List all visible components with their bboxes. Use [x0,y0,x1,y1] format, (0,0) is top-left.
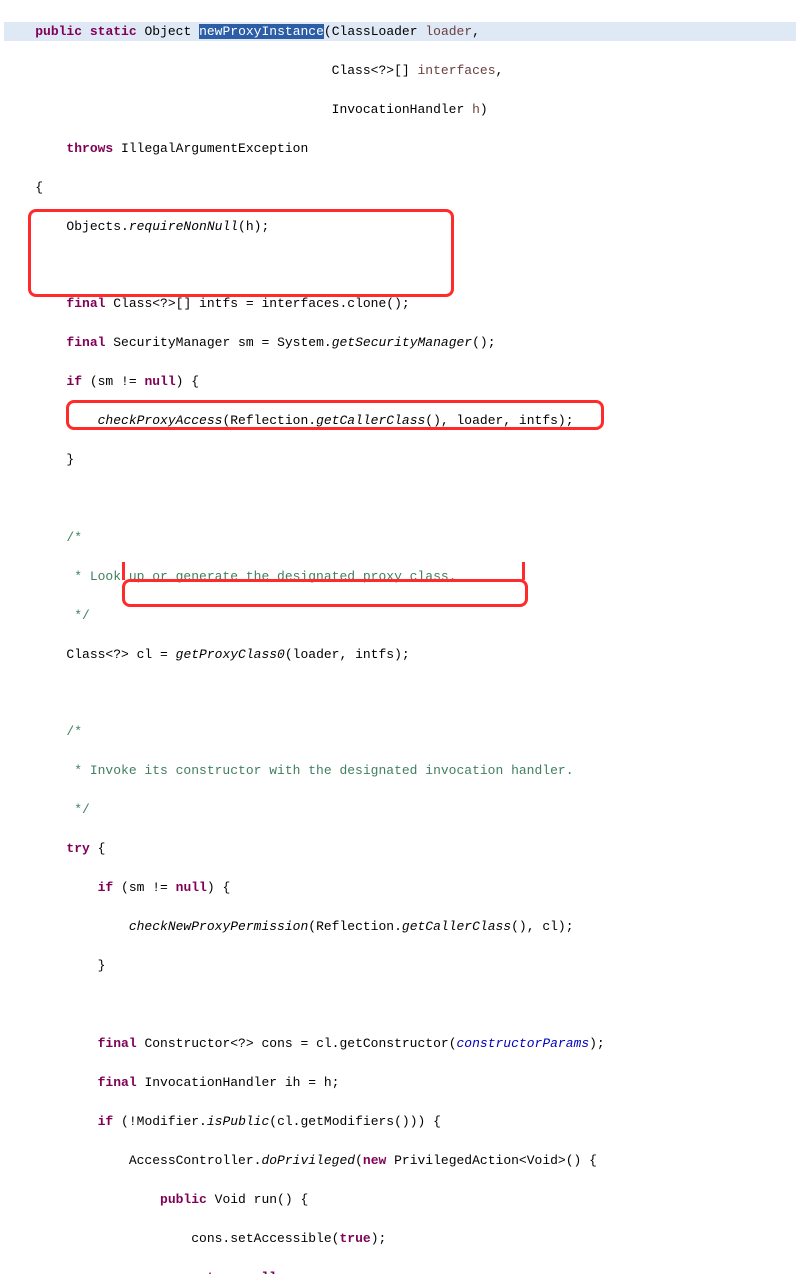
code-line: /* [4,528,796,548]
code-line: throws IllegalArgumentException [4,139,796,159]
code-line: public static Object newProxyInstance(Cl… [4,22,796,42]
code-line: * Invoke its constructor with the design… [4,761,796,781]
selected-text: newProxyInstance [199,24,324,39]
code-line: { [4,178,796,198]
code-line: } [4,956,796,976]
code-line: final InvocationHandler ih = h; [4,1073,796,1093]
code-line: public Void run() { [4,1190,796,1210]
code-line [4,256,796,275]
code-line: cons.setAccessible(true); [4,1229,796,1249]
code-line: InvocationHandler h) [4,100,796,120]
code-line: AccessController.doPrivileged(new Privil… [4,1151,796,1171]
code-line [4,489,796,508]
code-line: */ [4,800,796,820]
code-line: final SecurityManager sm = System.getSec… [4,333,796,353]
code-line: checkProxyAccess(Reflection.getCallerCla… [4,411,796,431]
code-line [4,995,796,1014]
code-line: /* [4,722,796,742]
code-line: if (sm != null) { [4,372,796,392]
code-line [4,684,796,703]
highlight-box [122,562,125,580]
code-viewer: public static Object newProxyInstance(Cl… [0,0,800,1274]
code-line: checkNewProxyPermission(Reflection.getCa… [4,917,796,937]
code-line: if (sm != null) { [4,878,796,898]
code-line: */ [4,606,796,626]
code-line: final Class<?>[] intfs = interfaces.clon… [4,294,796,314]
code-line: Objects.requireNonNull(h); [4,217,796,237]
highlight-box [522,562,525,580]
code-line: final Constructor<?> cons = cl.getConstr… [4,1034,796,1054]
code-line: if (!Modifier.isPublic(cl.getModifiers()… [4,1112,796,1132]
code-line: return null; [4,1268,796,1274]
code-line: } [4,450,796,470]
code-line: try { [4,839,796,859]
code-line: Class<?>[] interfaces, [4,61,796,81]
code-line: Class<?> cl = getProxyClass0(loader, int… [4,645,796,665]
